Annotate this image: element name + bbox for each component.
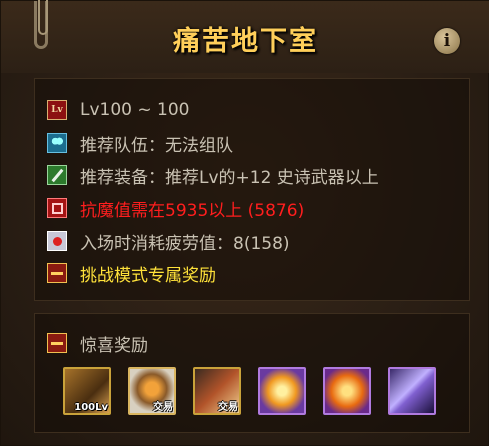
reward-items: 100Lv 交易 交易 [63,367,443,419]
equipment-text: 推荐装备：推荐Lv的+12 史诗武器以上 [80,167,379,188]
fatigue-row: 入场时消耗疲劳值：8(158) [47,229,290,254]
fatigue-text: 入场时消耗疲劳值：8(158) [80,233,290,254]
magic-resist-row: 抗魔值需在5935以上 (5876) [47,196,305,221]
weapon-material-icon[interactable]: 交易 [193,367,241,415]
chest-icon [47,263,67,283]
fatigue-icon [47,231,67,251]
team-icon [47,133,67,153]
challenge-reward-text: 挑战模式专属奖励 [80,265,216,286]
weapon-box-icon[interactable]: 100Lv [63,367,111,415]
item-badge: 交易 [218,402,238,413]
equipment-row: 推荐装备：推荐Lv的+12 史诗武器以上 [47,163,379,188]
team-row: 推荐队伍：无法组队 [47,131,233,156]
team-text: 推荐队伍：无法组队 [80,135,233,156]
magic-resist-text: 抗魔值需在5935以上 (5876) [80,200,305,221]
level-icon: Lv [47,100,67,120]
bonus-label: 惊喜奖励 [80,335,148,356]
fire-orb-icon[interactable] [323,367,371,415]
info-icon[interactable]: i [434,28,460,54]
equipment-icon [47,165,67,185]
challenge-reward-row[interactable]: 挑战模式专属奖励 [47,261,216,286]
crystal-shard-icon[interactable] [388,367,436,415]
level-row: Lv Lv100 ~ 100 [47,98,189,122]
item-badge: 100Lv [74,402,108,413]
gear-material-icon[interactable]: 交易 [128,367,176,415]
purple-orb-icon[interactable] [258,367,306,415]
dungeon-info-panel: 痛苦地下室 i Lv Lv100 ~ 100 推荐队伍：无法组队 推荐装备：推荐… [0,0,489,446]
bonus-chest-icon [47,333,67,353]
bonus-header: 惊喜奖励 [47,331,148,356]
dungeon-title: 痛苦地下室 [173,26,318,57]
magic-resist-icon [47,198,67,218]
level-text: Lv100 ~ 100 [80,100,190,120]
item-badge: 交易 [153,402,173,413]
